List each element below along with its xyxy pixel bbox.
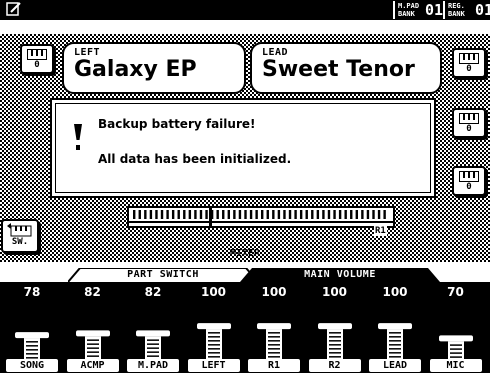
tab-part-switch-label: PART SWITCH <box>127 269 199 280</box>
mpad-bank-label: M.PAD BANK <box>398 2 420 18</box>
channel-volume-value: 100 <box>200 285 227 299</box>
channel-volume-value: 100 <box>261 285 287 299</box>
exclamation-icon <box>74 124 82 150</box>
fader-knob <box>257 323 291 330</box>
mixer-channel-r1[interactable]: 100 R1 <box>246 282 302 373</box>
channel-name-label: MIC <box>429 359 482 372</box>
channel-name-label: LEFT <box>187 359 240 372</box>
mixer-channel-song[interactable]: 78 SONG <box>4 282 60 373</box>
fader-knob <box>196 323 231 330</box>
fader-knob <box>15 332 49 339</box>
mixer-channel-acmp[interactable]: 82 ACMP <box>65 282 121 373</box>
left-voice-select-button[interactable]: 0 <box>20 44 54 74</box>
keyboard-icon <box>27 49 47 60</box>
fader-knob <box>438 335 473 342</box>
volume-fader[interactable] <box>438 306 474 366</box>
reg-bank-indicator[interactable]: REG. BANK 01 <box>443 1 490 19</box>
channel-name-label: M.PAD <box>127 359 179 372</box>
mixer-title: MIXER <box>229 248 261 259</box>
r2-voice-select-button[interactable]: 0 <box>452 166 486 196</box>
mixer-channel-left[interactable]: 100 LEFT <box>186 282 242 373</box>
volume-fader[interactable] <box>14 306 50 366</box>
left-voice-box[interactable]: LEFT Galaxy EP <box>62 42 246 94</box>
top-status-bar: M.PAD BANK 01 REG. BANK 01 <box>0 0 490 20</box>
reg-bank-number: 01 <box>475 1 490 19</box>
channel-volume-value: 82 <box>84 285 101 299</box>
reg-bank-label: REG. BANK <box>448 2 465 18</box>
r1-voice-button-number: 0 <box>466 124 472 134</box>
keyboard-icon <box>459 171 479 182</box>
channel-volume-value: 82 <box>144 285 162 299</box>
volume-fader[interactable] <box>377 306 413 366</box>
left-voice-name: Galaxy EP <box>74 57 197 82</box>
split-switch-label: SW. <box>11 237 29 247</box>
tab-main-volume-label: MAIN VOLUME <box>304 269 376 280</box>
instrument-display: M.PAD BANK 01 REG. BANK 01 LEFT Galaxy E… <box>0 0 490 373</box>
channel-volume-value: 70 <box>447 285 464 299</box>
lead-voice-button-number: 0 <box>466 64 472 74</box>
volume-fader[interactable] <box>196 306 232 366</box>
keyboard-icon <box>459 53 479 64</box>
dialog-message-line-1: Backup battery failure! <box>98 117 256 131</box>
r2-voice-button-number: 0 <box>466 182 472 192</box>
keyboard-split-label: R1 <box>374 226 387 236</box>
volume-fader[interactable] <box>256 306 292 366</box>
lead-voice-box[interactable]: LEAD Sweet Tenor <box>250 42 442 94</box>
mixer-channel-mic[interactable]: 70 MIC <box>428 282 484 373</box>
volume-fader[interactable] <box>317 306 353 366</box>
mpad-bank-indicator[interactable]: M.PAD BANK 01 <box>393 1 444 19</box>
fader-knob <box>75 330 110 337</box>
mpad-bank-number: 01 <box>425 1 444 19</box>
channel-name-label: R2 <box>308 359 361 372</box>
channel-name-label: SONG <box>6 359 58 372</box>
channel-volume-value: 100 <box>382 285 408 299</box>
mixer-channel-r2[interactable]: 100 R2 <box>307 282 363 373</box>
message-dialog: Backup battery failure! All data has bee… <box>50 98 436 198</box>
channel-name-label: LEAD <box>369 359 421 372</box>
fader-knob <box>378 323 412 330</box>
keyboard-split-display <box>127 206 395 228</box>
fader-knob <box>317 323 352 330</box>
volume-fader[interactable] <box>135 306 171 366</box>
fader-knob <box>136 330 170 337</box>
mixer-panel: MIXER PART SWITCH MAIN VOLUME 78 SONG 82 AC… <box>0 248 490 373</box>
volume-fader[interactable] <box>75 306 111 366</box>
mixer-channel-mpad[interactable]: 82 M.PAD <box>125 282 181 373</box>
lead-voice-name: Sweet Tenor <box>262 57 415 82</box>
edit-icon[interactable] <box>6 2 22 16</box>
channel-volume-value: 78 <box>23 285 41 299</box>
channel-volume-value: 100 <box>321 285 348 299</box>
r1-voice-select-button[interactable]: 0 <box>452 108 486 138</box>
split-keyboard-icon <box>7 223 32 237</box>
left-voice-button-number: 0 <box>34 60 40 70</box>
lead-voice-select-button[interactable]: 0 <box>452 48 486 78</box>
dialog-message-line-2: All data has been initialized. <box>98 152 292 166</box>
mixer-channel-lead[interactable]: 100 LEAD <box>367 282 423 373</box>
keyboard-icon <box>459 113 479 124</box>
channel-name-label: R1 <box>248 359 300 372</box>
channel-name-label: ACMP <box>66 359 119 372</box>
